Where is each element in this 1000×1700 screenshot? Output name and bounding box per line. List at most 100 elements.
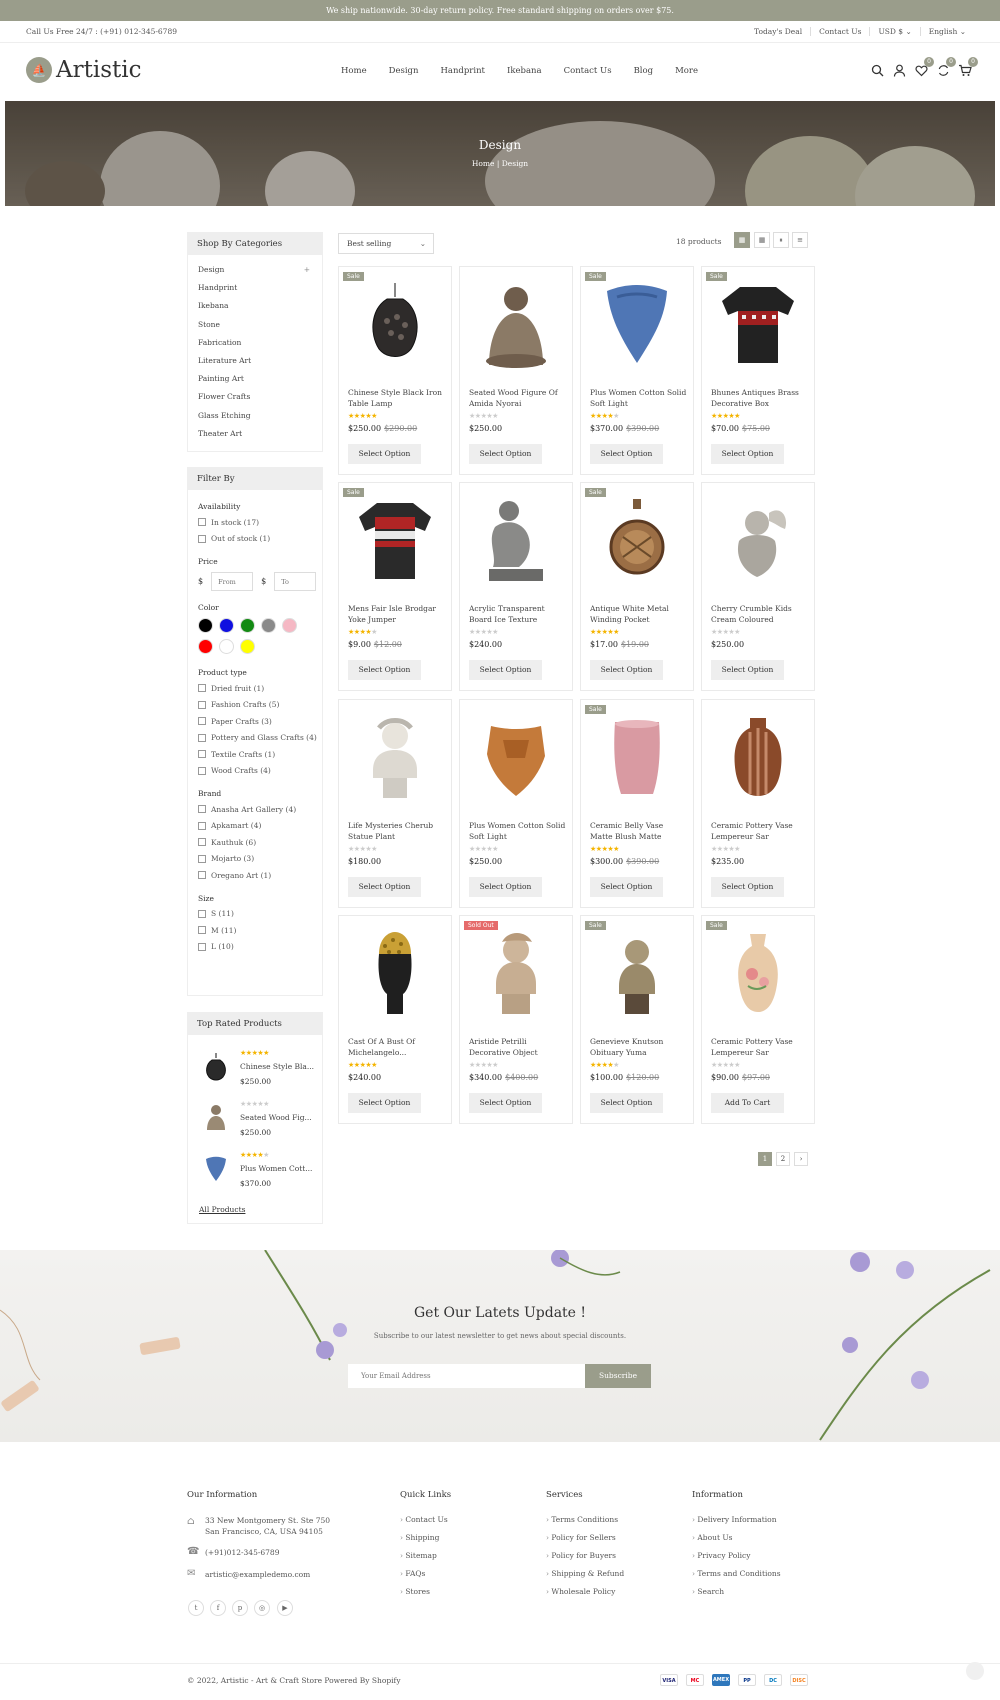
filter-dried-fruit[interactable]: Dried fruit (1) [188, 680, 322, 697]
product-image[interactable] [591, 493, 683, 589]
page-1-button[interactable]: 1 [758, 1152, 772, 1166]
nav-home[interactable]: Home [330, 66, 378, 76]
color-swatch[interactable] [282, 618, 297, 633]
product-name[interactable]: Antique White Metal Winding Pocket [590, 603, 688, 625]
subscribe-button[interactable]: Subscribe [585, 1364, 651, 1388]
product-name[interactable]: Genevieve Knutson Obituary Yuma [590, 1036, 688, 1058]
footer-link-delivery[interactable]: Delivery Information [692, 1515, 776, 1524]
checkbox[interactable] [198, 926, 206, 935]
footer-link-shipping[interactable]: Shipping [400, 1533, 439, 1542]
footer-link-shipping-refund[interactable]: Shipping & Refund [546, 1569, 624, 1578]
filter-in-stock[interactable]: In stock (17) [188, 514, 322, 531]
price-from-input[interactable] [211, 572, 254, 591]
filter-wood-crafts[interactable]: Wood Crafts (4) [188, 763, 322, 780]
category-ikebana[interactable]: Ikebana [188, 297, 322, 315]
logo[interactable]: ⛵ Artistic [26, 57, 142, 83]
footer-link-wholesale[interactable]: Wholesale Policy [546, 1587, 615, 1596]
youtube-icon[interactable]: ▶ [277, 1600, 293, 1616]
product-image[interactable] [712, 277, 804, 373]
category-fabrication[interactable]: Fabrication [188, 334, 322, 352]
color-swatch[interactable] [261, 618, 276, 633]
select-option-button[interactable]: Select Option [348, 444, 421, 464]
product-image[interactable] [591, 710, 683, 806]
select-option-button[interactable]: Select Option [711, 444, 784, 464]
nav-handprint[interactable]: Handprint [429, 66, 496, 76]
price-to-input[interactable] [274, 572, 317, 591]
product-image[interactable] [712, 926, 804, 1022]
product-name[interactable]: Chinese Style Black Iron Table Lamp [348, 387, 446, 409]
nav-contact-us[interactable]: Contact Us [553, 66, 623, 76]
select-option-button[interactable]: Select Option [590, 660, 663, 680]
product-name[interactable]: Ceramic Belly Vase Matte Blush Matte [590, 820, 688, 842]
product-image[interactable] [470, 277, 562, 373]
filter-brand-oregano[interactable]: Oregano Art (1) [188, 867, 322, 884]
search-icon[interactable] [870, 63, 884, 77]
color-swatch[interactable] [240, 618, 255, 633]
color-swatch[interactable] [198, 639, 213, 654]
nav-ikebana[interactable]: Ikebana [496, 66, 553, 76]
all-products-link[interactable]: All Products [199, 1205, 245, 1214]
top-rated-name[interactable]: Seated Wood Fig... [240, 1113, 312, 1122]
footer-link-terms-conditions[interactable]: Terms Conditions [546, 1515, 618, 1524]
breadcrumb-home[interactable]: Home [472, 159, 495, 168]
product-image[interactable] [349, 493, 441, 589]
filter-brand-apkamart[interactable]: Apkamart (4) [188, 818, 322, 835]
product-card[interactable]: Ceramic Pottery Vase Lempereur Sar ★★★★★ $… [701, 699, 815, 908]
checkbox[interactable] [198, 854, 206, 863]
top-rated-item[interactable]: ★★★★★ Plus Women Cott... $370.00 [188, 1145, 322, 1196]
color-swatch[interactable] [219, 639, 234, 654]
select-option-button[interactable]: Select Option [469, 877, 542, 897]
category-theater-art[interactable]: Theater Art [188, 425, 322, 443]
footer-email[interactable]: artistic@exampledemo.com [205, 1569, 310, 1580]
select-option-button[interactable]: Select Option [590, 1093, 663, 1113]
category-literature-art[interactable]: Literature Art [188, 352, 322, 370]
product-image[interactable] [591, 926, 683, 1022]
product-name[interactable]: Bhunes Antiques Brass Decorative Box [711, 387, 809, 409]
instagram-icon[interactable]: ◎ [254, 1600, 270, 1616]
product-card[interactable]: Sale Ceramic Pottery Vase Lempereur Sar ★★… [701, 915, 815, 1124]
select-option-button[interactable]: Select Option [348, 1093, 421, 1113]
scarf-thumbnail[interactable] [202, 1153, 230, 1185]
footer-link-faqs[interactable]: FAQs [400, 1569, 425, 1578]
product-name[interactable]: Aristide Petrilli Decorative Object [469, 1036, 567, 1058]
product-card[interactable]: Sale Genevieve Knutson Obituary Yuma ★★★★★… [580, 915, 694, 1124]
footer-link-stores[interactable]: Stores [400, 1587, 430, 1596]
select-option-button[interactable]: Select Option [469, 660, 542, 680]
scroll-to-top-button[interactable] [966, 1662, 984, 1680]
add-to-cart-button[interactable]: Add To Cart [711, 1093, 784, 1113]
footer-link-policy-buyers[interactable]: Policy for Buyers [546, 1551, 616, 1560]
product-image[interactable] [349, 277, 441, 373]
footer-link-about-us[interactable]: About Us [692, 1533, 732, 1542]
wishlist-heart-icon[interactable]: 0 [914, 57, 934, 77]
select-option-button[interactable]: Select Option [590, 444, 663, 464]
facebook-icon[interactable]: f [210, 1600, 226, 1616]
product-card[interactable]: Sale Mens Fair Isle Brodgar Yoke Jumper ★★… [338, 482, 452, 691]
product-card[interactable]: Plus Women Cotton Solid Soft Light ★★★★★ $… [459, 699, 573, 908]
checkbox[interactable] [198, 684, 206, 693]
cart-icon[interactable]: 0 [958, 57, 978, 77]
product-card[interactable]: Sold Out Aristide Petrilli Decorative Obj… [459, 915, 573, 1124]
product-card[interactable]: Sale Ceramic Belly Vase Matte Blush Matte… [580, 699, 694, 908]
nav-more[interactable]: More [664, 66, 709, 76]
filter-paper-crafts[interactable]: Paper Crafts (3) [188, 713, 322, 730]
filter-size-l[interactable]: L (10) [188, 939, 322, 956]
checkbox[interactable] [198, 518, 206, 527]
next-page-button[interactable]: › [794, 1152, 808, 1166]
newsletter-email-input[interactable] [348, 1364, 586, 1388]
checkbox[interactable] [198, 805, 206, 814]
product-card[interactable]: Sale Bhunes Antiques Brass Decorative Box… [701, 266, 815, 475]
footer-link-policy-sellers[interactable]: Policy for Sellers [546, 1533, 615, 1542]
product-image[interactable] [349, 710, 441, 806]
filter-out-of-stock[interactable]: Out of stock (1) [188, 531, 322, 548]
grid-4-view-button[interactable]: ▦ [734, 232, 750, 248]
checkbox[interactable] [198, 733, 206, 742]
product-name[interactable]: Plus Women Cotton Solid Soft Light [469, 820, 567, 842]
top-rated-item[interactable]: ★★★★★ Seated Wood Fig... $250.00 [188, 1094, 322, 1145]
product-card[interactable]: Cast Of A Bust Of Michelangelo... ★★★★★ $2… [338, 915, 452, 1124]
category-handprint[interactable]: Handprint [188, 279, 322, 297]
select-option-button[interactable]: Select Option [590, 877, 663, 897]
list-view-button[interactable]: ≡ [792, 232, 808, 248]
color-swatch[interactable] [198, 618, 213, 633]
filter-size-m[interactable]: M (11) [188, 922, 322, 939]
product-name[interactable]: Ceramic Pottery Vase Lempereur Sar [711, 820, 809, 842]
